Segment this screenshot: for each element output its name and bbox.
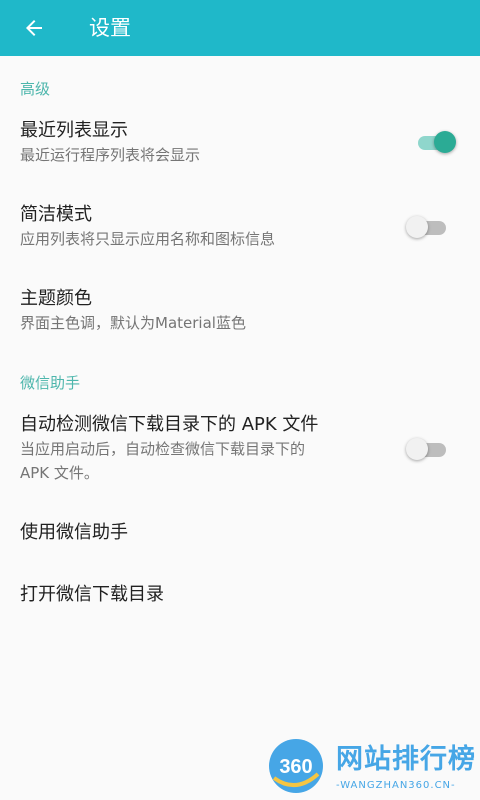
logo-360-icon: 360 xyxy=(269,739,323,793)
page-title: 设置 xyxy=(89,16,131,40)
setting-subtitle: 应用列表将只显示应用名称和图标信息 xyxy=(20,230,276,248)
setting-subtitle-line1: 当应用启动后，自动检查微信下载目录下的 xyxy=(20,440,306,458)
setting-title: 最近列表显示 xyxy=(20,120,128,141)
svg-text:360: 360 xyxy=(279,756,312,778)
recent-list-switch[interactable] xyxy=(412,130,456,154)
setting-use-wechat-assistant[interactable]: 使用微信助手 xyxy=(0,506,480,562)
simple-mode-switch[interactable] xyxy=(406,215,450,239)
setting-theme-color[interactable]: 主题颜色 界面主色调，默认为Material蓝色 xyxy=(0,276,480,354)
watermark-sub-text: -WANGZHAN360.CN- xyxy=(336,780,456,791)
setting-recent-list[interactable]: 最近列表显示 最近运行程序列表将会显示 xyxy=(0,108,480,186)
section-header-wechat-assistant: 微信助手 xyxy=(20,374,81,392)
setting-subtitle-line2: APK 文件。 xyxy=(20,464,99,482)
app-bar: 设置 xyxy=(0,0,480,56)
setting-open-wechat-download-dir[interactable]: 打开微信下载目录 xyxy=(0,568,480,624)
setting-title: 使用微信助手 xyxy=(20,522,128,543)
arrow-back-icon xyxy=(26,20,42,36)
back-button[interactable] xyxy=(14,8,54,48)
switch-thumb xyxy=(434,131,456,153)
setting-title: 主题颜色 xyxy=(20,288,92,309)
auto-detect-switch[interactable] xyxy=(406,437,450,461)
setting-title: 自动检测微信下载目录下的 APK 文件 xyxy=(20,414,319,435)
setting-subtitle: 界面主色调，默认为Material蓝色 xyxy=(20,314,246,332)
setting-auto-detect-apk[interactable]: 自动检测微信下载目录下的 APK 文件 当应用启动后，自动检查微信下载目录下的 … xyxy=(0,402,480,498)
watermark: 360 网站排行榜 -WANGZHAN360.CN- xyxy=(262,736,477,796)
section-header-advanced: 高级 xyxy=(20,80,51,98)
setting-simple-mode[interactable]: 简洁模式 应用列表将只显示应用名称和图标信息 xyxy=(0,192,480,270)
switch-thumb xyxy=(406,438,428,460)
switch-thumb xyxy=(406,216,428,238)
setting-title: 简洁模式 xyxy=(20,204,92,225)
setting-subtitle: 最近运行程序列表将会显示 xyxy=(20,146,201,164)
watermark-main-text: 网站排行榜 xyxy=(336,744,476,775)
setting-title: 打开微信下载目录 xyxy=(20,584,164,605)
